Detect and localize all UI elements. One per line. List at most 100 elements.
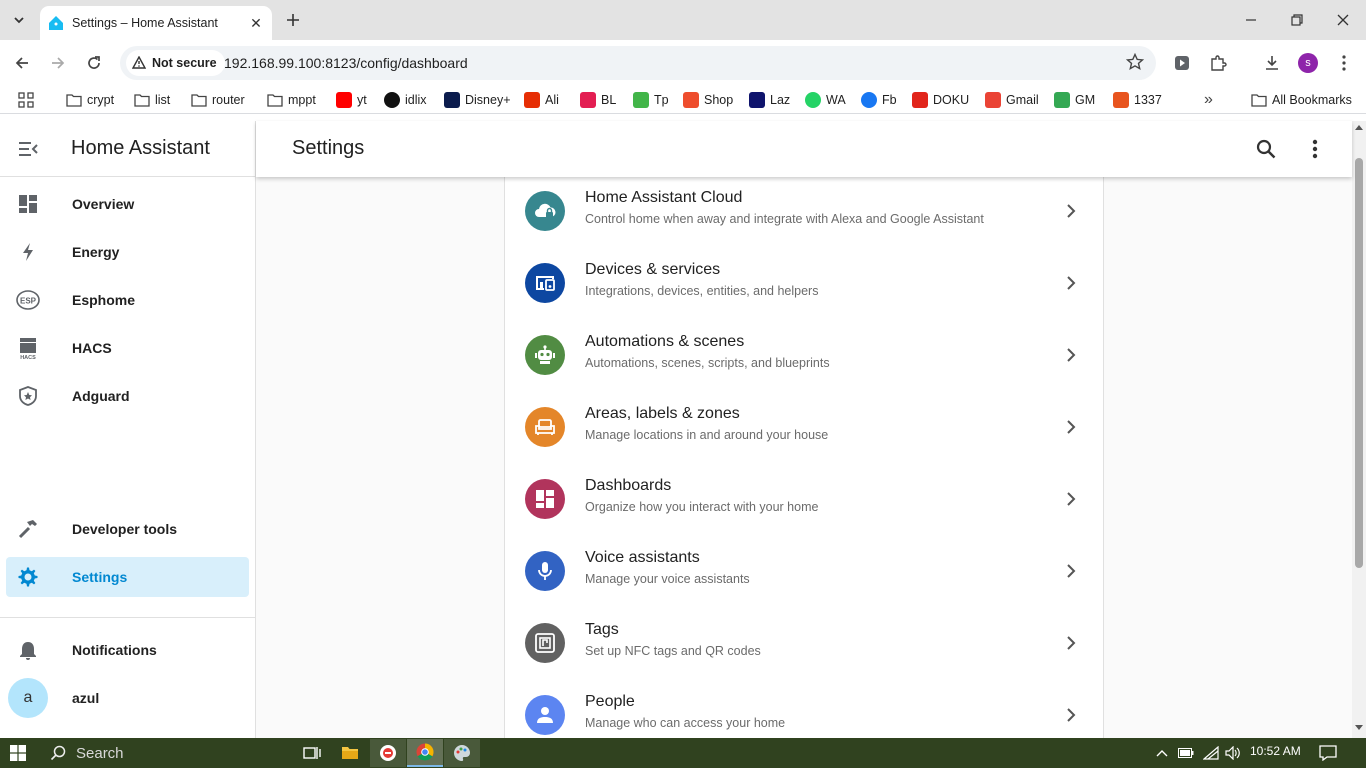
bookmark-fb[interactable]: Fb — [861, 90, 897, 110]
row-title: Dashboards — [585, 477, 672, 494]
sidebar-item-energy[interactable]: Energy — [6, 232, 249, 272]
settings-row-automations[interactable]: Automations & scenes Automations, scenes… — [505, 319, 1105, 391]
start-button[interactable] — [0, 738, 36, 768]
folder-icon — [267, 94, 283, 107]
settings-row-voice[interactable]: Voice assistants Manage your voice assis… — [505, 535, 1105, 607]
aliexpress-icon — [524, 92, 540, 108]
security-chip[interactable]: Not secure — [126, 50, 225, 76]
tray-overflow-button[interactable] — [1153, 745, 1171, 761]
bookmark-1337[interactable]: 1337 — [1113, 90, 1162, 110]
kebab-menu-icon — [1312, 139, 1318, 159]
settings-row-cloud[interactable]: Home Assistant Cloud Control home when a… — [505, 177, 1105, 247]
restore-button[interactable] — [1274, 0, 1320, 40]
settings-row-tags[interactable]: Tags Set up NFC tags and QR codes — [505, 607, 1105, 679]
bookmark-shop[interactable]: Shop — [683, 90, 733, 110]
bookmark-mppt[interactable]: mppt — [267, 90, 316, 110]
settings-row-people[interactable]: People Manage who can access your home — [505, 679, 1105, 738]
page-title: Settings — [292, 137, 365, 159]
paint-app-button[interactable] — [444, 739, 480, 767]
address-bar[interactable]: Not secure 192.168.99.100:8123/config/da… — [120, 46, 1156, 80]
dashboard-icon — [16, 192, 40, 216]
settings-row-areas[interactable]: Areas, labels & zones Manage locations i… — [505, 391, 1105, 463]
dashboard-icon — [536, 490, 554, 508]
chrome-taskbar-button[interactable] — [407, 739, 443, 767]
sidebar-item-label: Adguard — [72, 388, 130, 404]
sidebar-item-overview[interactable]: Overview — [6, 184, 249, 224]
sidebar-item-esphome[interactable]: ESP Esphome — [6, 280, 249, 320]
sidebar-item-adguard[interactable]: Adguard — [6, 376, 249, 416]
chevron-right-icon — [1061, 415, 1081, 439]
page-scrollbar[interactable] — [1352, 121, 1366, 738]
bookmark-tp[interactable]: Tp — [633, 90, 669, 110]
apps-button[interactable] — [18, 90, 34, 110]
reload-button[interactable] — [80, 49, 108, 77]
bookmarks-overflow-button[interactable]: » — [1204, 90, 1213, 110]
sidebar-item-notifications[interactable]: Notifications — [6, 630, 249, 670]
tab-search-button[interactable] — [6, 8, 32, 32]
new-tab-button[interactable] — [282, 9, 304, 31]
bookmark-doku[interactable]: DOKU — [912, 90, 969, 110]
bookmark-list[interactable]: list — [134, 90, 170, 110]
bookmark-disney-[interactable]: Disney+ — [444, 90, 511, 110]
minimize-button[interactable] — [1228, 0, 1274, 40]
scroll-up-arrow[interactable] — [1355, 125, 1363, 130]
google-maps-icon — [1054, 92, 1070, 108]
task-view-button[interactable] — [294, 739, 330, 767]
tab-close-icon[interactable]: ✕ — [248, 15, 264, 31]
bookmark-bl[interactable]: BL — [580, 90, 616, 110]
close-window-button[interactable] — [1320, 0, 1366, 40]
bookmark-label: idlix — [405, 93, 427, 107]
extensions-button[interactable] — [1204, 49, 1232, 77]
browser-toolbar: Not secure 192.168.99.100:8123/config/da… — [0, 40, 1366, 86]
bookmark-laz[interactable]: Laz — [749, 90, 790, 110]
scroll-down-arrow[interactable] — [1355, 725, 1363, 730]
taskbar-search[interactable]: Search — [38, 738, 288, 768]
sidebar-item-profile[interactable]: a azul — [6, 678, 249, 718]
bookmark-idlix[interactable]: idlix — [384, 90, 427, 110]
taskbar-clock[interactable]: 10:52 AM — [1250, 744, 1301, 758]
puzzle-icon — [1211, 55, 1227, 71]
row-icon-circle — [525, 551, 565, 591]
back-button[interactable] — [8, 49, 36, 77]
bookmark-ali[interactable]: Ali — [524, 90, 559, 110]
profile-button[interactable]: s — [1294, 49, 1322, 77]
wifi-indicator[interactable] — [1202, 745, 1220, 761]
browser-tab[interactable]: Settings – Home Assistant ✕ — [40, 6, 272, 40]
row-icon-circle — [525, 191, 565, 231]
bookmark-crypt[interactable]: crypt — [66, 90, 114, 110]
file-explorer-button[interactable] — [332, 739, 368, 767]
chevron-right-icon — [1061, 271, 1081, 295]
bookmark-star-button[interactable] — [1125, 52, 1145, 76]
volume-indicator[interactable] — [1224, 745, 1242, 761]
bookmark-yt[interactable]: yt — [336, 90, 367, 110]
chevron-right-icon — [1061, 559, 1081, 583]
sidebar-item-hacs[interactable]: HACS HACS — [6, 328, 249, 368]
bookmark-router[interactable]: router — [191, 90, 245, 110]
app-button[interactable] — [370, 739, 406, 767]
search-button[interactable] — [1254, 137, 1278, 161]
sidebar-item-label: Settings — [72, 569, 128, 585]
scroll-thumb[interactable] — [1355, 158, 1363, 568]
battery-indicator[interactable] — [1177, 745, 1195, 761]
settings-row-dashboards[interactable]: Dashboards Organize how you interact wit… — [505, 463, 1105, 535]
settings-row-devices[interactable]: Devices & services Integrations, devices… — [505, 247, 1105, 319]
bookmark-label: yt — [357, 93, 367, 107]
notification-center-button[interactable] — [1318, 745, 1338, 761]
all-bookmarks-button[interactable]: All Bookmarks — [1251, 90, 1352, 110]
bookmark-gmail[interactable]: Gmail — [985, 90, 1039, 110]
sidebar-divider — [0, 617, 256, 618]
row-icon-circle — [525, 623, 565, 663]
bookmark-wa[interactable]: WA — [805, 90, 846, 110]
chrome-menu-button[interactable] — [1330, 49, 1358, 77]
media-button[interactable] — [1168, 49, 1196, 77]
sidebar-toggle-button[interactable] — [16, 137, 40, 161]
sidebar-item-settings[interactable]: Settings — [6, 557, 249, 597]
row-title: Tags — [585, 621, 619, 638]
bookmark-gm[interactable]: GM — [1054, 90, 1095, 110]
sidebar-item-developer-tools[interactable]: Developer tools — [6, 509, 249, 549]
overflow-menu-button[interactable] — [1303, 137, 1327, 161]
search-icon — [50, 745, 66, 761]
bookmark-label: GM — [1075, 93, 1096, 107]
downloads-button[interactable] — [1258, 49, 1286, 77]
forward-button[interactable] — [44, 49, 72, 77]
